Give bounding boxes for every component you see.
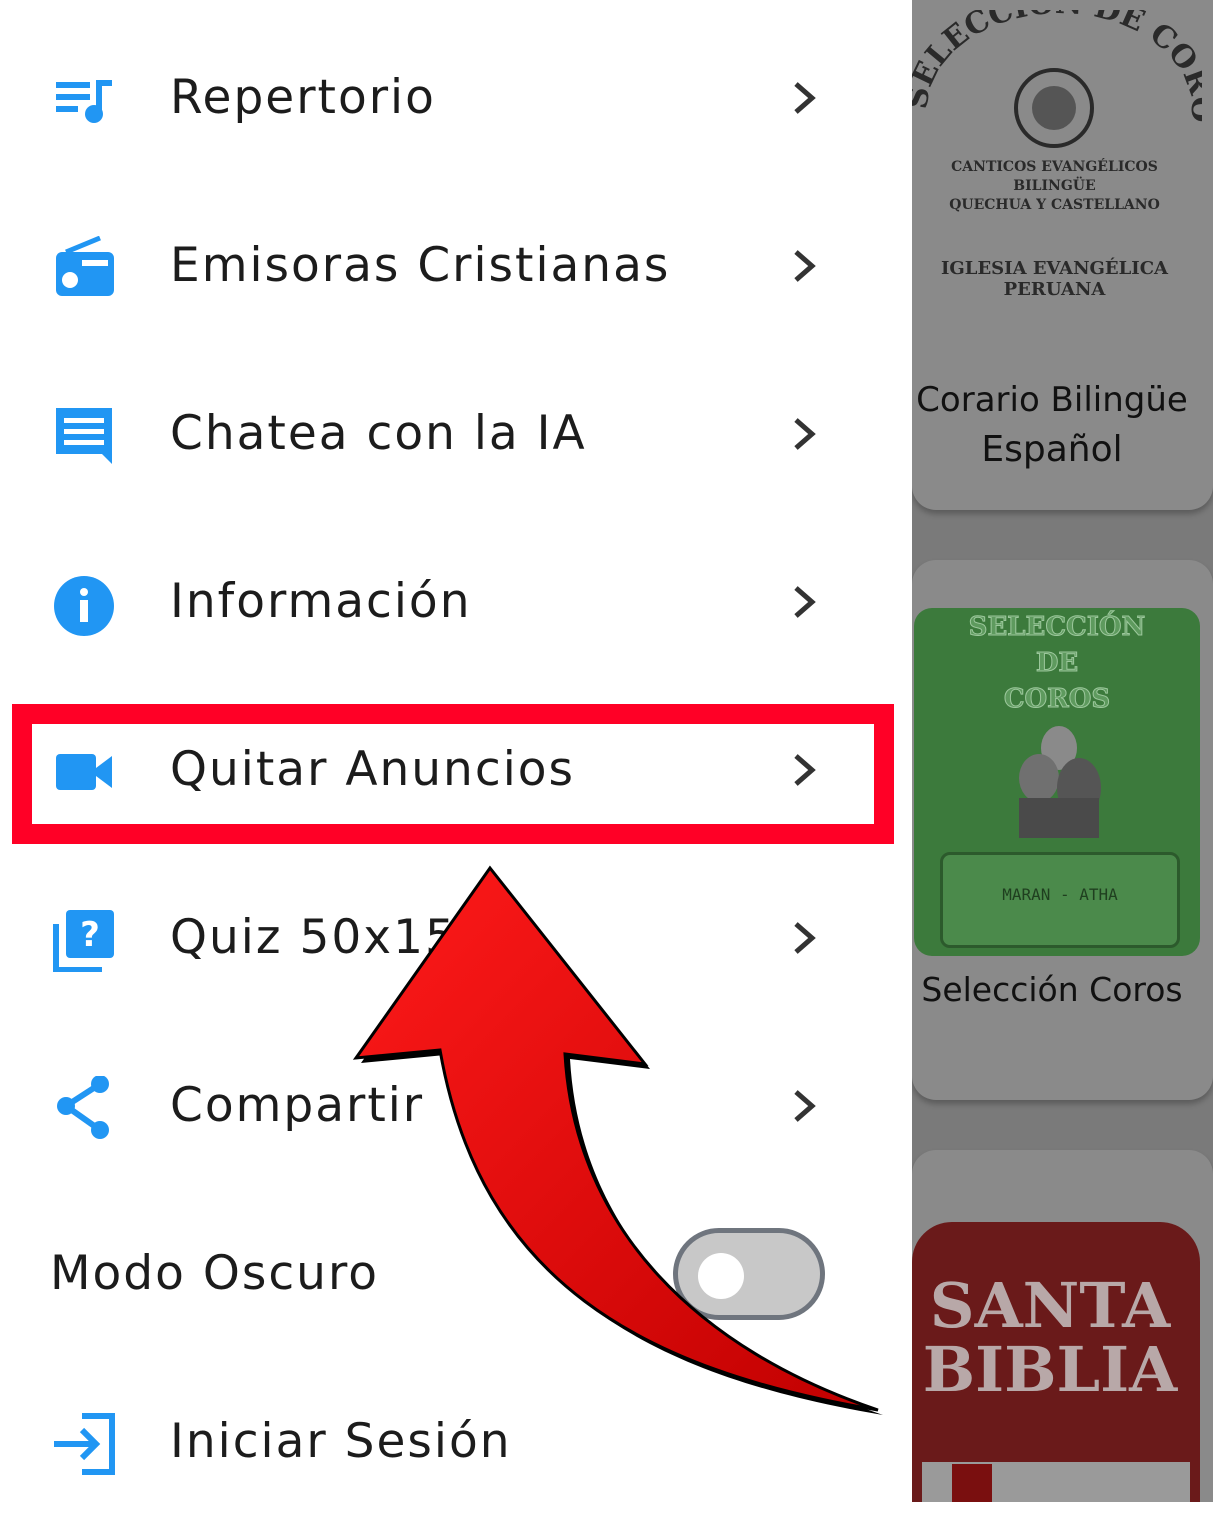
card-title: Selección Coros bbox=[921, 970, 1183, 1009]
menu-item-emisoras[interactable]: Emisoras Cristianas bbox=[0, 182, 880, 350]
cover-line: SANTA bbox=[929, 1269, 1171, 1342]
svg-text:?: ? bbox=[80, 915, 100, 955]
chevron-right-icon bbox=[794, 250, 816, 282]
menu-item-quitar-anuncios[interactable]: Quitar Anuncios bbox=[0, 686, 880, 854]
cover-line: COROS bbox=[1003, 684, 1111, 715]
chevron-right-icon bbox=[794, 586, 816, 618]
cover-line: SELECCIÓN bbox=[968, 612, 1146, 643]
card-title-line1: Corario Bilingüe bbox=[916, 380, 1188, 420]
book-card-biblia[interactable]: SANTA BIBLIA bbox=[912, 1150, 1213, 1502]
chat-icon bbox=[56, 408, 112, 464]
cover-image: SELECCIÓN DE COROS MARAN - ATHA bbox=[914, 608, 1200, 956]
people-illustration bbox=[1019, 726, 1101, 838]
chevron-right-icon bbox=[794, 82, 816, 114]
menu-item-label: Emisoras Cristianas bbox=[170, 238, 671, 293]
book-card-corario[interactable]: SELECCION DE COROS CANTICOS EVANGÉLICOS … bbox=[912, 0, 1213, 510]
menu-item-label: Quitar Anuncios bbox=[170, 742, 575, 797]
menu-item-label: Chatea con la IA bbox=[170, 406, 587, 461]
cover-image: SANTA BIBLIA bbox=[912, 1222, 1200, 1502]
login-icon bbox=[54, 1413, 115, 1475]
dark-mode-label: Modo Oscuro bbox=[50, 1246, 379, 1301]
cover-line: BILINGÜE bbox=[1013, 178, 1096, 194]
playlist-music-icon bbox=[56, 80, 112, 123]
red-arrow-annotation bbox=[352, 865, 883, 1415]
cover-plaque: MARAN - ATHA bbox=[940, 852, 1180, 948]
chevron-right-icon bbox=[794, 418, 816, 450]
share-icon bbox=[57, 1076, 109, 1139]
menu-item-label: Repertorio bbox=[170, 70, 436, 125]
video-camera-icon bbox=[56, 754, 112, 790]
cover-line: CANTICOS EVANGÉLICOS bbox=[951, 159, 1158, 175]
background-content: SELECCION DE COROS CANTICOS EVANGÉLICOS … bbox=[912, 0, 1213, 1502]
menu-item-informacion[interactable]: Información bbox=[0, 518, 880, 686]
cover-line: QUECHUA Y CASTELLANO bbox=[949, 197, 1160, 213]
menu-item-label: Información bbox=[170, 574, 472, 629]
bookmark-icon bbox=[952, 1464, 992, 1502]
book-card-seleccion[interactable]: SELECCIÓN DE COROS MARAN - ATHA Selecció… bbox=[912, 560, 1213, 1100]
cover-footer: IGLESIA EVANGÉLICA PERUANA bbox=[941, 258, 1168, 300]
radio-icon bbox=[56, 236, 114, 296]
plaque-text: MARAN - ATHA bbox=[1002, 885, 1118, 904]
menu-item-chat-ia[interactable]: Chatea con la IA bbox=[0, 350, 880, 518]
chevron-right-icon bbox=[794, 754, 816, 786]
menu-item-repertorio[interactable]: Repertorio bbox=[0, 14, 880, 182]
quiz-icon: ? bbox=[53, 910, 114, 972]
cover-logo: SELECCION DE COROS bbox=[912, 10, 1202, 148]
cover-line: DE bbox=[1035, 648, 1079, 679]
info-icon bbox=[54, 576, 114, 636]
cover-line: BIBLIA bbox=[922, 1333, 1178, 1406]
card-title-line2: Español bbox=[981, 429, 1123, 470]
